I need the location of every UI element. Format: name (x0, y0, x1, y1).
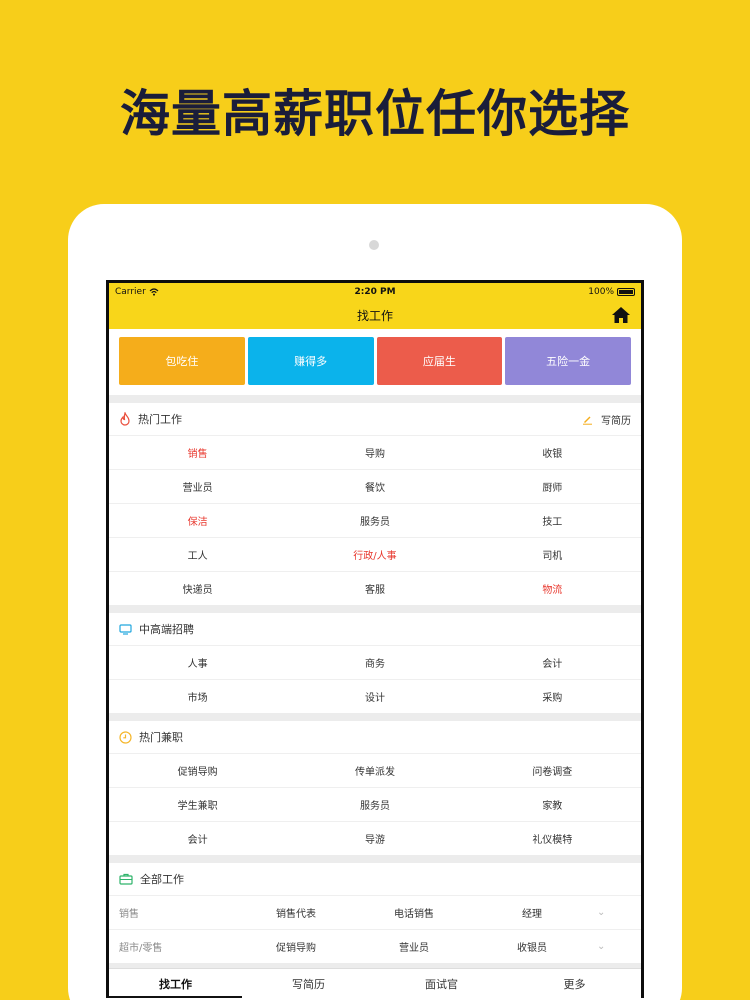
senior-jobs-title: 中高端招聘 (139, 623, 194, 636)
status-time: 2:20 PM (354, 287, 396, 297)
part-time-section: 热门兼职 促销导购 传单派发 问卷调查学生兼职 服务员 家教会计 导游 礼仪模特 (109, 721, 641, 855)
write-resume-link[interactable]: 写简历 (582, 412, 631, 427)
part-time-item[interactable]: 促销导购 (109, 753, 287, 787)
job-subcategory-item[interactable]: 营业员 (355, 939, 473, 954)
hot-job-item[interactable]: 行政/人事 (286, 537, 464, 571)
nav-title: 找工作 (356, 308, 393, 323)
part-time-item[interactable]: 问卷调查 (463, 753, 641, 787)
app-screen: Carrier 2:20 PM 100% 找工作 包吃住 赚得多 应届生 五险一金 (106, 280, 644, 998)
pencil-icon (583, 416, 592, 425)
hot-job-item[interactable]: 客服 (286, 571, 464, 605)
nav-bar: 找工作 (109, 301, 641, 329)
chevron-down-icon[interactable]: ⌄ (597, 907, 605, 918)
senior-jobs-grid: 人事 商务 会计市场 设计 采购 (109, 645, 641, 713)
hot-jobs-grid: 销售 导购 收银营业员 餐饮 厨师保洁 服务员 技工工人 行政/人事 司机快递员 客服 物流 (109, 435, 641, 605)
category-button[interactable]: 包吃住 (119, 337, 245, 385)
part-time-item[interactable]: 家教 (463, 787, 641, 821)
tab-item[interactable]: 面试官 (375, 969, 508, 998)
job-category-label: 超市/零售 (119, 943, 163, 954)
part-time-item[interactable]: 导游 (286, 821, 464, 855)
battery-percent: 100% (588, 287, 614, 297)
category-button[interactable]: 赚得多 (247, 337, 374, 385)
job-subcategory-item[interactable]: 收银员 (473, 939, 591, 954)
category-button[interactable]: 应届生 (376, 337, 503, 385)
hot-job-item[interactable]: 营业员 (109, 469, 287, 503)
hot-job-item[interactable]: 保洁 (109, 503, 287, 537)
tab-bar: 找工作 写简历 面试官 更多 (109, 968, 641, 998)
all-jobs-row: 销售 销售代表 电话销售 经理 ⌄ (109, 895, 641, 929)
briefcase-icon (119, 873, 133, 885)
part-time-item[interactable]: 会计 (109, 821, 287, 855)
job-subcategory-item[interactable]: 销售代表 (237, 905, 355, 920)
part-time-grid: 促销导购 传单派发 问卷调查学生兼职 服务员 家教会计 导游 礼仪模特 (109, 753, 641, 855)
hot-job-item[interactable]: 快递员 (109, 571, 287, 605)
all-jobs-list: 销售 销售代表 电话销售 经理 ⌄ 超市/零售 促销导购 营业员 收银员 ⌄ (109, 895, 641, 963)
promo-headline: 海量高薪职位任你选择 (120, 85, 630, 143)
senior-job-item[interactable]: 会计 (463, 645, 641, 679)
part-time-item[interactable]: 服务员 (286, 787, 464, 821)
battery-icon (617, 288, 635, 296)
hot-job-item[interactable]: 司机 (463, 537, 641, 571)
senior-job-item[interactable]: 商务 (286, 645, 464, 679)
category-button[interactable]: 五险一金 (505, 337, 631, 385)
part-time-title: 热门兼职 (139, 731, 183, 744)
hot-jobs-section: 热门工作 写简历 销售 导购 收银营业员 餐饮 厨师保洁 服务员 技工工人 行政/人事 司机快递… (109, 403, 641, 605)
hot-job-item[interactable]: 餐饮 (286, 469, 464, 503)
chevron-down-icon[interactable]: ⌄ (597, 941, 605, 952)
job-subcategory-item[interactable]: 促销导购 (237, 939, 355, 954)
senior-job-item[interactable]: 采购 (463, 679, 641, 713)
hot-job-item[interactable]: 工人 (109, 537, 287, 571)
job-category-label: 销售 (119, 909, 139, 920)
hot-job-item[interactable]: 收银 (463, 435, 641, 469)
hot-job-item[interactable]: 技工 (463, 503, 641, 537)
senior-job-item[interactable]: 市场 (109, 679, 287, 713)
clock-icon (119, 730, 132, 744)
all-jobs-title: 全部工作 (140, 873, 184, 886)
category-buttons: 包吃住 赚得多 应届生 五险一金 (109, 329, 641, 395)
part-time-item[interactable]: 传单派发 (286, 753, 464, 787)
senior-job-item[interactable]: 设计 (286, 679, 464, 713)
job-subcategory-item[interactable]: 经理 (473, 905, 591, 920)
flame-icon (120, 412, 130, 426)
senior-jobs-section: 中高端招聘 人事 商务 会计市场 设计 采购 (109, 613, 641, 713)
status-bar: Carrier 2:20 PM 100% (109, 283, 641, 301)
wifi-icon (149, 288, 159, 296)
hot-job-item[interactable]: 物流 (463, 571, 641, 605)
hot-job-item[interactable]: 销售 (109, 435, 287, 469)
write-resume-label: 写简历 (601, 415, 631, 427)
hot-jobs-title: 热门工作 (138, 413, 182, 426)
part-time-item[interactable]: 礼仪模特 (463, 821, 641, 855)
tab-item[interactable]: 更多 (508, 969, 641, 998)
part-time-item[interactable]: 学生兼职 (109, 787, 287, 821)
all-jobs-row: 超市/零售 促销导购 营业员 收银员 ⌄ (109, 929, 641, 963)
home-icon[interactable] (611, 306, 631, 324)
hot-job-item[interactable]: 导购 (286, 435, 464, 469)
senior-job-item[interactable]: 人事 (109, 645, 287, 679)
tab-item[interactable]: 找工作 (109, 969, 242, 998)
camera-dot (369, 240, 379, 250)
all-jobs-section: 全部工作 销售 销售代表 电话销售 经理 ⌄ 超市/零售 促销导购 营业员 收银员 ⌄ (109, 863, 641, 963)
hot-job-item[interactable]: 服务员 (286, 503, 464, 537)
carrier-label: Carrier (115, 287, 146, 297)
monitor-icon (119, 623, 132, 635)
tablet-frame: Carrier 2:20 PM 100% 找工作 包吃住 赚得多 应届生 五险一金 (68, 204, 682, 1000)
hot-job-item[interactable]: 厨师 (463, 469, 641, 503)
job-subcategory-item[interactable]: 电话销售 (355, 905, 473, 920)
tab-item[interactable]: 写简历 (242, 969, 375, 998)
